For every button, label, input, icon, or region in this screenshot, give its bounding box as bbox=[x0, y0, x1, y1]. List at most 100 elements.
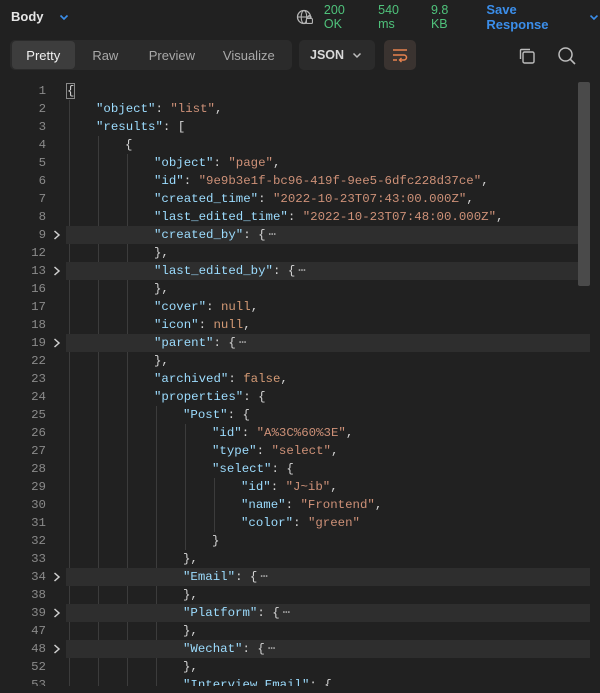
code-line[interactable]: 19 "parent": {⋯ bbox=[10, 334, 590, 352]
tab-visualize[interactable]: Visualize bbox=[208, 41, 290, 69]
json-key: "archived" bbox=[154, 372, 229, 386]
line-number: 24 bbox=[31, 390, 46, 404]
chevron-down-icon bbox=[589, 14, 599, 21]
fold-chevron-icon[interactable] bbox=[52, 604, 62, 622]
line-number: 38 bbox=[31, 588, 46, 602]
response-body-editor[interactable]: 1{2 "object": "list", 3 "results": [4{5 "obj… bbox=[10, 80, 590, 686]
code-line[interactable]: 6 "id": "9e9b3e1f-bc96-419f-9ee5-6dfc228d… bbox=[10, 172, 590, 190]
code-line[interactable]: 22}, bbox=[10, 352, 590, 370]
json-punct: : bbox=[287, 210, 303, 224]
json-punct: : bbox=[228, 372, 244, 386]
json-key: "type" bbox=[212, 444, 257, 458]
code-line[interactable]: 28 "select": { bbox=[10, 460, 590, 478]
code-line[interactable]: 13 "last_edited_by": {⋯ bbox=[10, 262, 590, 280]
json-punct: , bbox=[374, 498, 383, 512]
json-key: "last_edited_by" bbox=[154, 264, 273, 278]
line-number: 17 bbox=[31, 300, 46, 314]
copy-icon[interactable] bbox=[516, 45, 538, 67]
line-number: 3 bbox=[38, 120, 46, 134]
code-line[interactable]: 48 "Wechat": {⋯ bbox=[10, 640, 590, 658]
json-punct: : bbox=[183, 174, 199, 188]
fold-chevron-icon[interactable] bbox=[52, 568, 62, 586]
json-key: "last_edited_time" bbox=[154, 210, 288, 224]
response-time[interactable]: 540 ms bbox=[378, 3, 419, 31]
line-number: 18 bbox=[31, 318, 46, 332]
fold-ellipsis[interactable]: ⋯ bbox=[239, 336, 246, 350]
json-punct: : { bbox=[309, 678, 332, 686]
json-key: "Wechat" bbox=[183, 642, 243, 656]
json-punct: , bbox=[250, 300, 259, 314]
code-line[interactable]: 29 "id": "J~ib", bbox=[10, 478, 590, 496]
tab-pretty[interactable]: Pretty bbox=[12, 41, 75, 69]
fold-chevron-icon[interactable] bbox=[52, 640, 62, 658]
code-line[interactable]: 9 "created_by": {⋯ bbox=[10, 226, 590, 244]
body-label: Body bbox=[11, 9, 44, 24]
code-line[interactable]: 16}, bbox=[10, 280, 590, 298]
code-line[interactable]: 30 "name": "Frontend", bbox=[10, 496, 590, 514]
globe-icon[interactable] bbox=[296, 8, 314, 26]
code-text: }, bbox=[183, 586, 198, 604]
fold-ellipsis[interactable]: ⋯ bbox=[298, 264, 305, 278]
code-line[interactable]: 8 "last_edited_time": "2022-10-23T07:48:0… bbox=[10, 208, 590, 226]
code-line[interactable]: 32} bbox=[10, 532, 590, 550]
fold-ellipsis[interactable]: ⋯ bbox=[283, 606, 290, 620]
json-punct: : { bbox=[272, 264, 296, 278]
code-line[interactable]: 27 "type": "select", bbox=[10, 442, 590, 460]
json-string: "A%3C%60%3E" bbox=[256, 426, 346, 440]
json-punct: }, bbox=[183, 660, 198, 674]
code-line[interactable]: 25 "Post": { bbox=[10, 406, 590, 424]
response-size[interactable]: 9.8 KB bbox=[431, 3, 468, 31]
json-key: "properties" bbox=[154, 390, 244, 404]
code-line[interactable]: 26 "id": "A%3C%60%3E", bbox=[10, 424, 590, 442]
json-string: "2022-10-23T07:43:00.000Z" bbox=[272, 192, 467, 206]
fold-chevron-icon[interactable] bbox=[52, 262, 62, 280]
tab-raw[interactable]: Raw bbox=[75, 41, 137, 69]
code-line[interactable]: 47}, bbox=[10, 622, 590, 640]
search-icon[interactable] bbox=[555, 44, 579, 68]
code-line[interactable]: 1{ bbox=[10, 82, 590, 100]
json-key: "Post" bbox=[183, 408, 228, 422]
code-line[interactable]: 34 "Email": {⋯ bbox=[10, 568, 590, 586]
json-punct: , bbox=[330, 480, 338, 494]
line-number: 8 bbox=[38, 210, 46, 224]
json-string: "Frontend" bbox=[300, 498, 375, 512]
code-line[interactable]: 52}, bbox=[10, 658, 590, 676]
code-text: }, bbox=[183, 658, 198, 676]
code-text: "results": [ bbox=[96, 118, 185, 136]
wrap-lines-button[interactable] bbox=[384, 40, 416, 70]
code-line[interactable]: 31 "color": "green" bbox=[10, 514, 590, 532]
code-line[interactable]: 3 "results": [ bbox=[10, 118, 590, 136]
code-text: "created_by": {⋯ bbox=[154, 226, 276, 244]
fold-ellipsis[interactable]: ⋯ bbox=[268, 642, 275, 656]
code-text: { bbox=[125, 136, 132, 154]
code-line[interactable]: 4{ bbox=[10, 136, 590, 154]
code-line[interactable]: 5 "object": "page", bbox=[10, 154, 590, 172]
code-line[interactable]: 2 "object": "list", bbox=[10, 100, 590, 118]
body-dropdown[interactable]: Body bbox=[11, 9, 70, 24]
code-line[interactable]: 38}, bbox=[10, 586, 590, 604]
fold-ellipsis[interactable]: ⋯ bbox=[260, 570, 267, 584]
code-line[interactable]: 24 "properties": { bbox=[10, 388, 590, 406]
code-line[interactable]: 7 "created_time": "2022-10-23T07:43:00.00… bbox=[10, 190, 590, 208]
fold-chevron-icon[interactable] bbox=[52, 226, 62, 244]
status-code[interactable]: 200 OK bbox=[324, 3, 366, 31]
json-punct: }, bbox=[154, 282, 169, 296]
json-key: "results" bbox=[96, 120, 163, 134]
code-line[interactable]: 23 "archived": false, bbox=[10, 370, 590, 388]
code-line[interactable]: 53 "Interview Email": { bbox=[10, 676, 590, 686]
code-text: "created_time": "2022-10-23T07:43:00.000… bbox=[154, 190, 474, 208]
fold-chevron-icon[interactable] bbox=[52, 334, 62, 352]
json-key: "object" bbox=[154, 156, 214, 170]
editor-scrollbar[interactable] bbox=[578, 80, 590, 686]
scrollbar-thumb[interactable] bbox=[578, 82, 590, 286]
line-number: 22 bbox=[31, 354, 46, 368]
fold-ellipsis[interactable]: ⋯ bbox=[269, 228, 276, 242]
code-line[interactable]: 33}, bbox=[10, 550, 590, 568]
code-line[interactable]: 17 "cover": null, bbox=[10, 298, 590, 316]
format-dropdown[interactable]: JSON bbox=[299, 40, 375, 70]
code-line[interactable]: 39 "Platform": {⋯ bbox=[10, 604, 590, 622]
code-line[interactable]: 18 "icon": null, bbox=[10, 316, 590, 334]
save-response-button[interactable]: Save Response bbox=[486, 2, 600, 32]
tab-preview[interactable]: Preview bbox=[136, 41, 207, 69]
code-line[interactable]: 12}, bbox=[10, 244, 590, 262]
